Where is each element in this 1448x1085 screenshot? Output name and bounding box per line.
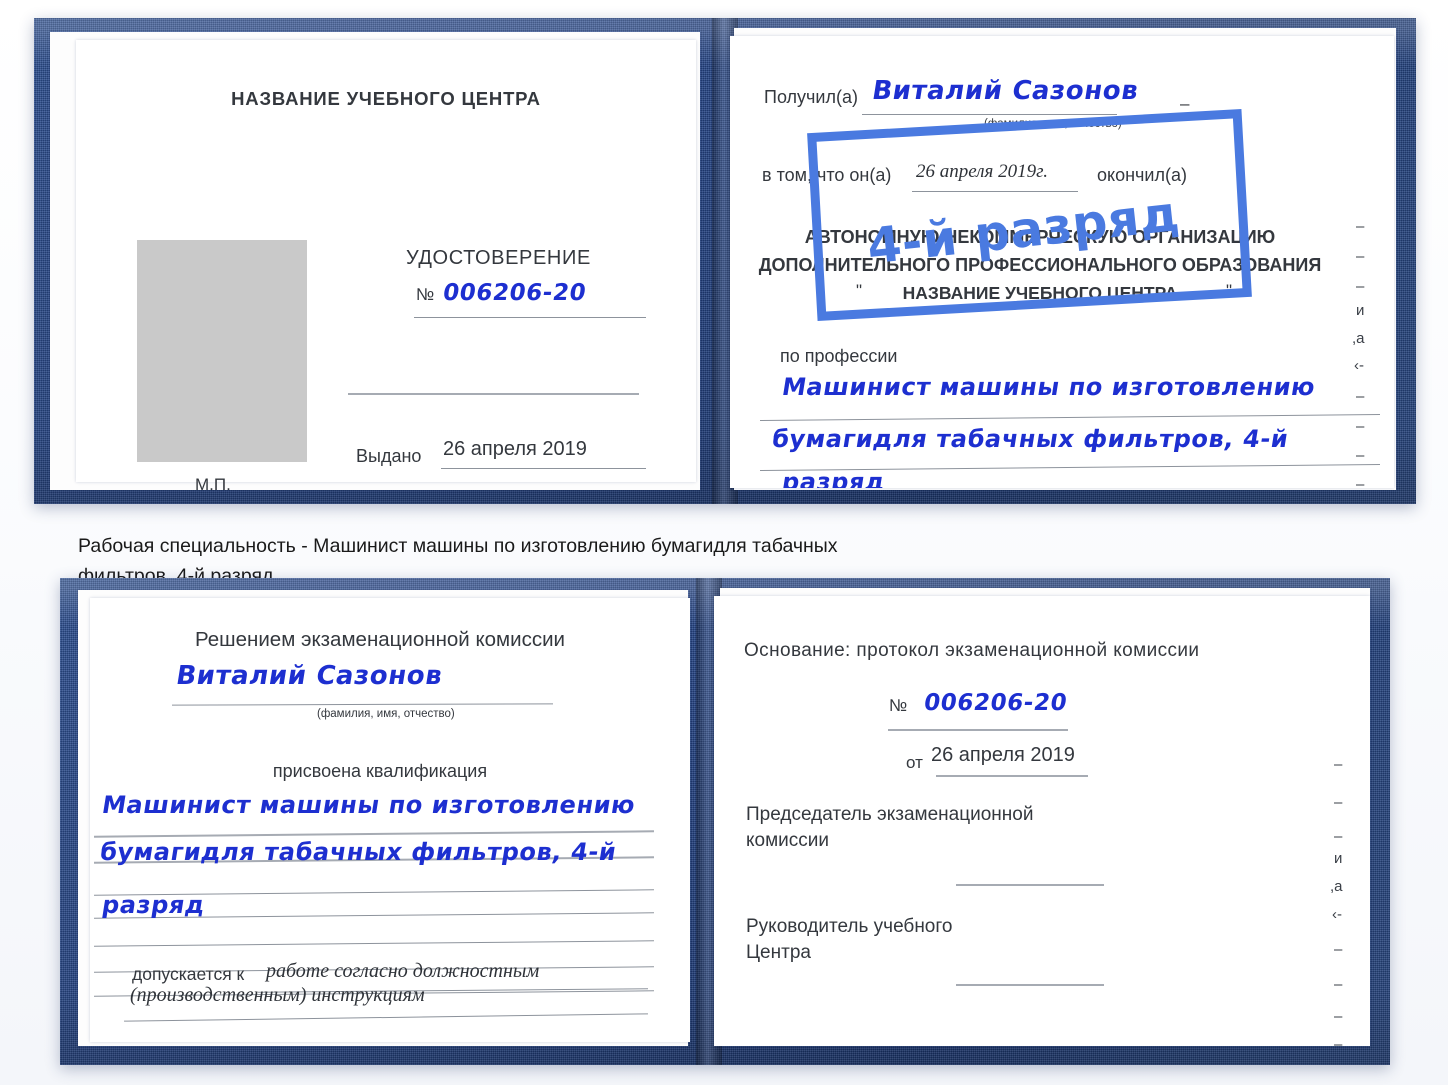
head-label-line-1: Руководитель учебного: [746, 916, 953, 937]
edge-mark-3: и: [1356, 302, 1365, 319]
protocol-number-rule: [888, 729, 1068, 731]
edge-mark-b5: ‹-: [1332, 906, 1342, 923]
training-center-header: НАЗВАНИЕ УЧЕБНОГО ЦЕНТРА: [231, 88, 541, 109]
protocol-date-prefix: от: [906, 753, 923, 772]
protocol-date-rule: [936, 775, 1088, 777]
chairman-signature-rule: [956, 884, 1104, 886]
edge-mark-b8: –: [1334, 1008, 1343, 1025]
chairman-label-line-2: комиссии: [746, 830, 829, 851]
bottom-right-page: Основание: протокол экзаменационной коми…: [714, 596, 1370, 1046]
issued-date: 26 апреля 2019: [443, 438, 587, 460]
certificate-number: 006206-20: [441, 280, 589, 306]
admitted-value-line-1: работе согласно должностным: [266, 960, 540, 982]
edge-mark-5: ‹-: [1354, 357, 1364, 374]
number-rule: [414, 317, 646, 318]
edge-mark-b3: и: [1334, 850, 1343, 867]
photo-placeholder: [137, 240, 307, 462]
grade-stamp: 4-й разряд: [807, 109, 1252, 321]
certificate-bottom: Решением экзаменационной комиссии Витали…: [60, 578, 1390, 1065]
issued-label: Выдано: [356, 446, 422, 466]
head-label-line-2: Центра: [746, 942, 811, 963]
edge-mark-4: ,а: [1352, 330, 1365, 347]
edge-mark-1: –: [1356, 248, 1365, 265]
graduate-name-rule: [171, 703, 554, 706]
grade-stamp-label: 4-й разряд: [864, 184, 1182, 276]
edge-mark-9: –: [1356, 476, 1365, 488]
edge-mark-0: –: [1356, 218, 1365, 235]
qualification-line-1: Машинист машины по изготовлению: [100, 791, 638, 819]
document-title: УДОСТОВЕРЕНИЕ: [406, 247, 591, 269]
edge-mark-b9: –: [1334, 1036, 1343, 1046]
profession-label: по профессии: [780, 346, 898, 366]
admitted-value-line-2: (производственным) инструкциям: [130, 984, 425, 1006]
received-label: Получил(а): [764, 87, 858, 107]
qual-rule-1: [94, 830, 654, 838]
profession-rule-1: [760, 414, 1380, 421]
bottom-left-page: Решением экзаменационной комиссии Витали…: [90, 598, 690, 1042]
protocol-date: 26 апреля 2019: [931, 744, 1075, 766]
number-prefix: №: [416, 285, 435, 304]
edge-mark-2: –: [1356, 278, 1365, 295]
edge-mark-6: –: [1356, 388, 1365, 405]
edge-mark-b2: –: [1334, 828, 1343, 845]
profession-line-3: разряд: [780, 468, 888, 488]
edge-mark-b1: –: [1334, 794, 1343, 811]
head-signature-rule: [956, 984, 1104, 986]
admitted-rule-2: [124, 1013, 648, 1022]
qualification-label: присвоена квалификация: [272, 761, 488, 781]
chairman-label-line-1: Председатель экзаменационной: [746, 804, 1034, 825]
edge-mark-b6: –: [1334, 941, 1343, 958]
profession-line-2: бумагидля табачных фильтров, 4-й: [770, 425, 1291, 453]
edge-mark-7: –: [1356, 418, 1365, 435]
top-left-page: НАЗВАНИЕ УЧЕБНОГО ЦЕНТРА М.П. УДОСТОВЕРЕ…: [76, 40, 696, 494]
graduate-name-hint: (фамилия, имя, отчество): [317, 708, 455, 720]
issued-rule: [441, 468, 646, 469]
qual-rule-5: [94, 940, 654, 947]
certificate-top: НАЗВАНИЕ УЧЕБНОГО ЦЕНТРА М.П. УДОСТОВЕРЕ…: [34, 18, 1416, 504]
blank-rule: [348, 393, 639, 395]
admitted-label: допускается к: [132, 964, 245, 984]
profession-line-1: Машинист машины по изготовлению: [780, 373, 1318, 401]
seal-place-label: М.П.: [195, 475, 231, 494]
received-name-rule: [862, 114, 1117, 115]
edge-mark-b0: –: [1334, 756, 1343, 773]
edge-mark-8: –: [1356, 447, 1365, 464]
commission-decision-header: Решением экзаменационной комиссии: [195, 628, 565, 651]
edge-mark-b4: ,а: [1330, 878, 1343, 895]
protocol-number-prefix: №: [889, 696, 908, 715]
graduate-name: Виталий Сазонов: [174, 661, 445, 691]
qualification-line-3: разряд: [100, 891, 208, 919]
qualification-line-2: бумагидля табачных фильтров, 4-й: [98, 838, 619, 866]
basis-label: Основание: протокол экзаменационной коми…: [744, 640, 1200, 661]
edge-mark-b7: –: [1334, 976, 1343, 993]
protocol-number: 006206-20: [922, 690, 1070, 716]
received-name: Виталий Сазонов: [870, 76, 1141, 106]
